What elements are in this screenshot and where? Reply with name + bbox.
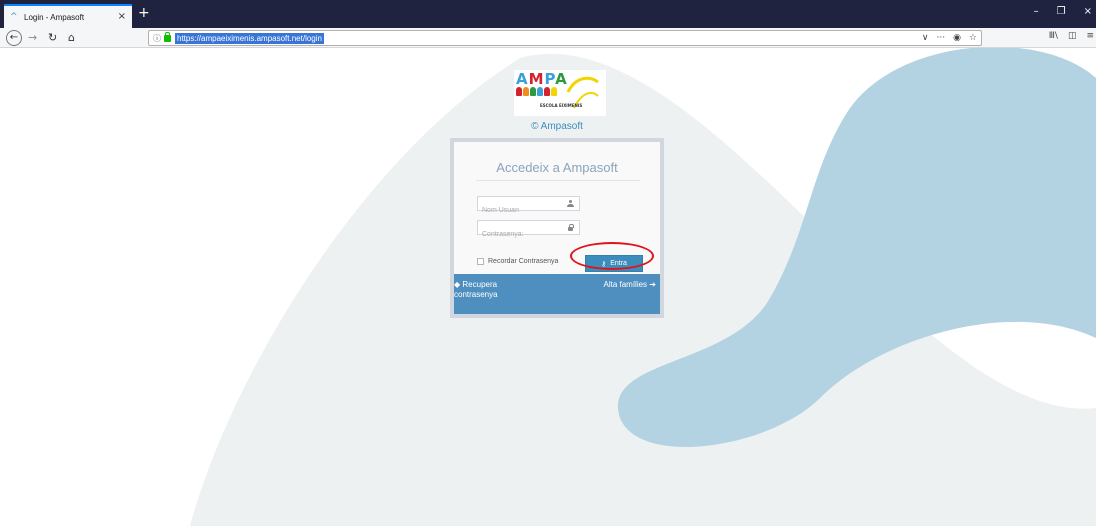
close-tab-icon[interactable]: × (118, 12, 126, 22)
window-controls: – ❐ × (1034, 6, 1096, 17)
copyright-text: © Ampasoft (531, 121, 583, 132)
browser-window: ^ Login - Ampasoft × + – ❐ × ← → ↻ ⌂ ⓘ h… (0, 0, 1096, 526)
chevron-down-icon[interactable]: ∨ (922, 31, 929, 45)
arrow-right-icon: ➔ (649, 280, 656, 289)
tab-bar: ^ Login - Ampasoft × + – ❐ × (0, 0, 1096, 28)
library-icon[interactable]: Ⅲ\ (1049, 31, 1058, 41)
address-bar[interactable]: ⓘ https://ampaeiximenis.ampasoft.net/log… (148, 30, 982, 46)
divider (476, 180, 640, 181)
more-actions-icon[interactable]: ··· (936, 31, 945, 45)
recover-password-label: Recupera contrasenya (454, 280, 498, 299)
register-families-label: Alta famílies (603, 280, 648, 289)
back-button[interactable]: ← (6, 30, 22, 46)
recover-password-link[interactable]: ◆ Recupera contrasenya (454, 280, 534, 300)
bookmark-star-icon[interactable]: ☆ (969, 31, 977, 45)
login-card-body: Accedeix a Ampasoft Recordar Contrasenya… (454, 142, 660, 314)
key-icon: ⚷ (601, 259, 607, 268)
lock-icon (567, 224, 574, 231)
username-input[interactable] (478, 204, 579, 217)
remember-checkbox[interactable] (477, 258, 484, 265)
restore-button[interactable]: ❐ (1057, 6, 1066, 17)
close-window-button[interactable]: × (1084, 6, 1092, 17)
remember-password[interactable]: Recordar Contrasenya (477, 258, 558, 265)
ampa-caret-icon: ^ (10, 12, 18, 22)
enter-label: Entra (610, 260, 627, 267)
url-text[interactable]: https://ampaeiximenis.ampasoft.net/login (175, 32, 324, 44)
login-card: Accedeix a Ampasoft Recordar Contrasenya… (450, 138, 664, 318)
logo-wordmark: AMPA (516, 70, 568, 88)
logo-figures (516, 87, 557, 96)
register-families-link[interactable]: Alta famílies ➔ (603, 280, 656, 290)
remember-label[interactable]: Recordar Contrasenya (488, 258, 558, 265)
login-footer: ◆ Recupera contrasenya Alta famílies ➔ (454, 274, 660, 314)
username-field[interactable] (477, 196, 580, 217)
password-input[interactable] (478, 228, 579, 241)
password-field[interactable] (477, 220, 580, 241)
user-icon (567, 200, 574, 207)
sidebar-icon[interactable]: ◫ (1068, 31, 1077, 41)
reload-button[interactable]: ↻ (48, 30, 57, 46)
toolbar-right: Ⅲ\ ◫ ≡ (1049, 31, 1094, 41)
logo-caption: ESCOLA EIXIMENIS (540, 103, 583, 108)
forward-button[interactable]: → (28, 30, 37, 46)
page-content: AMPA ESCOLA EIXIMENIS © Ampasoft Accedei… (0, 48, 1096, 526)
new-tab-button[interactable]: + (138, 6, 150, 20)
navigation-bar: ← → ↻ ⌂ ⓘ https://ampaeiximenis.ampasoft… (0, 28, 1096, 48)
login-title: Accedeix a Ampasoft (496, 160, 618, 175)
tab-login[interactable]: ^ Login - Ampasoft × (4, 4, 132, 28)
ampa-logo: AMPA ESCOLA EIXIMENIS (514, 70, 606, 116)
url-actions: ∨ ··· ◉ ☆ (922, 31, 977, 45)
enter-button[interactable]: ⚷ Entra (585, 255, 643, 272)
hamburger-menu-icon[interactable]: ≡ (1086, 31, 1094, 41)
pocket-icon[interactable]: ◉ (953, 31, 961, 45)
info-icon[interactable]: ⓘ (153, 33, 161, 44)
minimize-button[interactable]: – (1034, 6, 1039, 17)
lock-icon[interactable] (164, 31, 171, 42)
tab-title: Login - Ampasoft (24, 12, 85, 22)
arrow-left-icon: ◆ (454, 280, 461, 289)
home-button[interactable]: ⌂ (68, 30, 75, 46)
